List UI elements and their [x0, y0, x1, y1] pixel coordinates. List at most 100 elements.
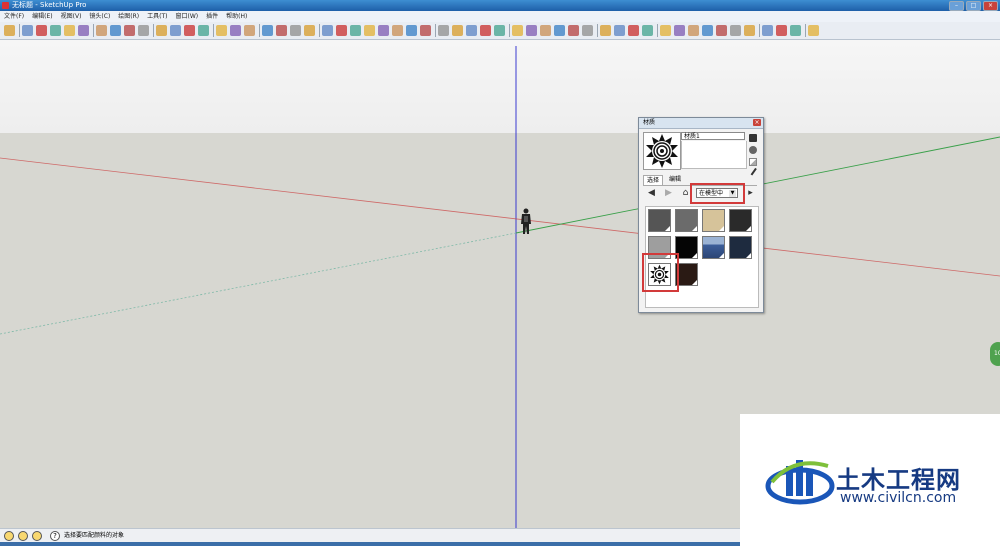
dimension-icon[interactable]: [600, 25, 611, 36]
smoove-icon[interactable]: [688, 25, 699, 36]
menu-tools[interactable]: 工具(T): [143, 11, 171, 22]
protractor-icon[interactable]: [642, 25, 653, 36]
top-view-icon[interactable]: [336, 25, 347, 36]
scale-figure[interactable]: [519, 208, 533, 234]
stamp-icon[interactable]: [702, 25, 713, 36]
polygon-icon[interactable]: [78, 25, 89, 36]
paint-bucket-icon[interactable]: [124, 25, 135, 36]
lock-icon[interactable]: [749, 134, 757, 142]
menu-edit[interactable]: 编辑(E): [28, 11, 56, 22]
maximize-button[interactable]: □: [966, 1, 981, 11]
menu-window[interactable]: 窗口(W): [172, 11, 203, 22]
back-view-icon[interactable]: [378, 25, 389, 36]
materials-panel-titlebar[interactable]: 材质 ×: [639, 118, 763, 129]
tape-measure-icon[interactable]: [110, 25, 121, 36]
toolbar-separator: [597, 24, 598, 37]
help-icon[interactable]: ?: [50, 531, 60, 541]
panel-side-icons: [749, 134, 764, 182]
close-button[interactable]: ×: [983, 1, 998, 11]
zoom-extents-icon[interactable]: [262, 25, 273, 36]
share-model-icon[interactable]: [776, 25, 787, 36]
axes-icon[interactable]: [582, 25, 593, 36]
sandbox-scratch-icon[interactable]: [674, 25, 685, 36]
swatch-medium-gray[interactable]: [675, 209, 698, 232]
add-detail-icon[interactable]: [730, 25, 741, 36]
share-component-icon[interactable]: [790, 25, 801, 36]
toolbar-separator: [509, 24, 510, 37]
help-icon[interactable]: [808, 25, 819, 36]
shadow-icon[interactable]: [554, 25, 565, 36]
look-around-icon[interactable]: [540, 25, 551, 36]
push-pull-icon[interactable]: [138, 25, 149, 36]
circle-icon[interactable]: [50, 25, 61, 36]
menu-camera[interactable]: 镜头(C): [85, 11, 114, 22]
standard-views-icon[interactable]: [304, 25, 315, 36]
textured-icon[interactable]: [466, 25, 477, 36]
create-material-icon[interactable]: [749, 146, 757, 154]
3d-text-icon[interactable]: [628, 25, 639, 36]
default-material-icon[interactable]: [749, 158, 757, 166]
select-icon[interactable]: [4, 25, 15, 36]
minimize-button[interactable]: –: [949, 1, 964, 11]
monochrome-icon[interactable]: [480, 25, 491, 36]
text-icon[interactable]: [614, 25, 625, 36]
material-name-field[interactable]: 材质1: [681, 132, 745, 140]
section-plane-icon[interactable]: [494, 25, 505, 36]
swatch-navy[interactable]: [729, 236, 752, 259]
toolbar-separator: [657, 24, 658, 37]
menu-draw[interactable]: 绘图(R): [114, 11, 143, 22]
menu-help[interactable]: 帮助(H): [222, 11, 251, 22]
get-models-icon[interactable]: [762, 25, 773, 36]
previous-view-icon[interactable]: [276, 25, 287, 36]
flip-edge-icon[interactable]: [744, 25, 755, 36]
back-icon[interactable]: ◀: [647, 189, 656, 198]
title-bar: 无标题 - SketchUp Pro – □ ×: [0, 0, 1000, 11]
fog-icon[interactable]: [568, 25, 579, 36]
arc-icon[interactable]: [64, 25, 75, 36]
panel-close-button[interactable]: ×: [753, 119, 761, 126]
right-view-icon[interactable]: [364, 25, 375, 36]
swatch-dark-gray[interactable]: [648, 209, 671, 232]
swatch-corner: [719, 253, 724, 258]
zoom-icon[interactable]: [244, 25, 255, 36]
rotate-icon[interactable]: [170, 25, 181, 36]
next-view-icon[interactable]: [290, 25, 301, 36]
drape-icon[interactable]: [716, 25, 727, 36]
move-icon[interactable]: [156, 25, 167, 36]
geo-location-icon[interactable]: [4, 531, 14, 541]
iso-view-icon[interactable]: [322, 25, 333, 36]
toolbar-separator: [759, 24, 760, 37]
menu-file[interactable]: 文件(F): [0, 11, 28, 22]
swatch-corner: [665, 226, 670, 231]
pan-icon[interactable]: [230, 25, 241, 36]
sandbox-from-contours-icon[interactable]: [660, 25, 671, 36]
credits-icon[interactable]: [18, 531, 28, 541]
home-icon[interactable]: ⌂: [681, 189, 690, 198]
orbit-icon[interactable]: [216, 25, 227, 36]
menu-plugins[interactable]: 插件: [202, 11, 222, 22]
front-view-icon[interactable]: [350, 25, 361, 36]
rectangle-icon[interactable]: [36, 25, 47, 36]
menu-view[interactable]: 视图(V): [57, 11, 86, 22]
details-icon[interactable]: ▸: [746, 189, 755, 198]
hidden-line-icon[interactable]: [438, 25, 449, 36]
eraser-icon[interactable]: [96, 25, 107, 36]
walk-icon[interactable]: [512, 25, 523, 36]
left-view-icon[interactable]: [392, 25, 403, 36]
swatch-charcoal[interactable]: [729, 209, 752, 232]
offset-icon[interactable]: [198, 25, 209, 36]
x-ray-icon[interactable]: [406, 25, 417, 36]
pencil-icon[interactable]: [22, 25, 33, 36]
tab-edit[interactable]: 编辑: [666, 175, 684, 185]
shaded-icon[interactable]: [452, 25, 463, 36]
position-camera-icon[interactable]: [526, 25, 537, 36]
user-icon[interactable]: [32, 531, 42, 541]
sample-paint-icon[interactable]: [750, 167, 764, 181]
toolbar-separator: [805, 24, 806, 37]
follow-me-icon[interactable]: [184, 25, 195, 36]
swatch-beige[interactable]: [702, 209, 725, 232]
forward-icon[interactable]: ▶: [664, 189, 673, 198]
side-badge[interactable]: 10: [990, 342, 1000, 366]
swatch-blue-photo[interactable]: [702, 236, 725, 259]
wireframe-icon[interactable]: [420, 25, 431, 36]
